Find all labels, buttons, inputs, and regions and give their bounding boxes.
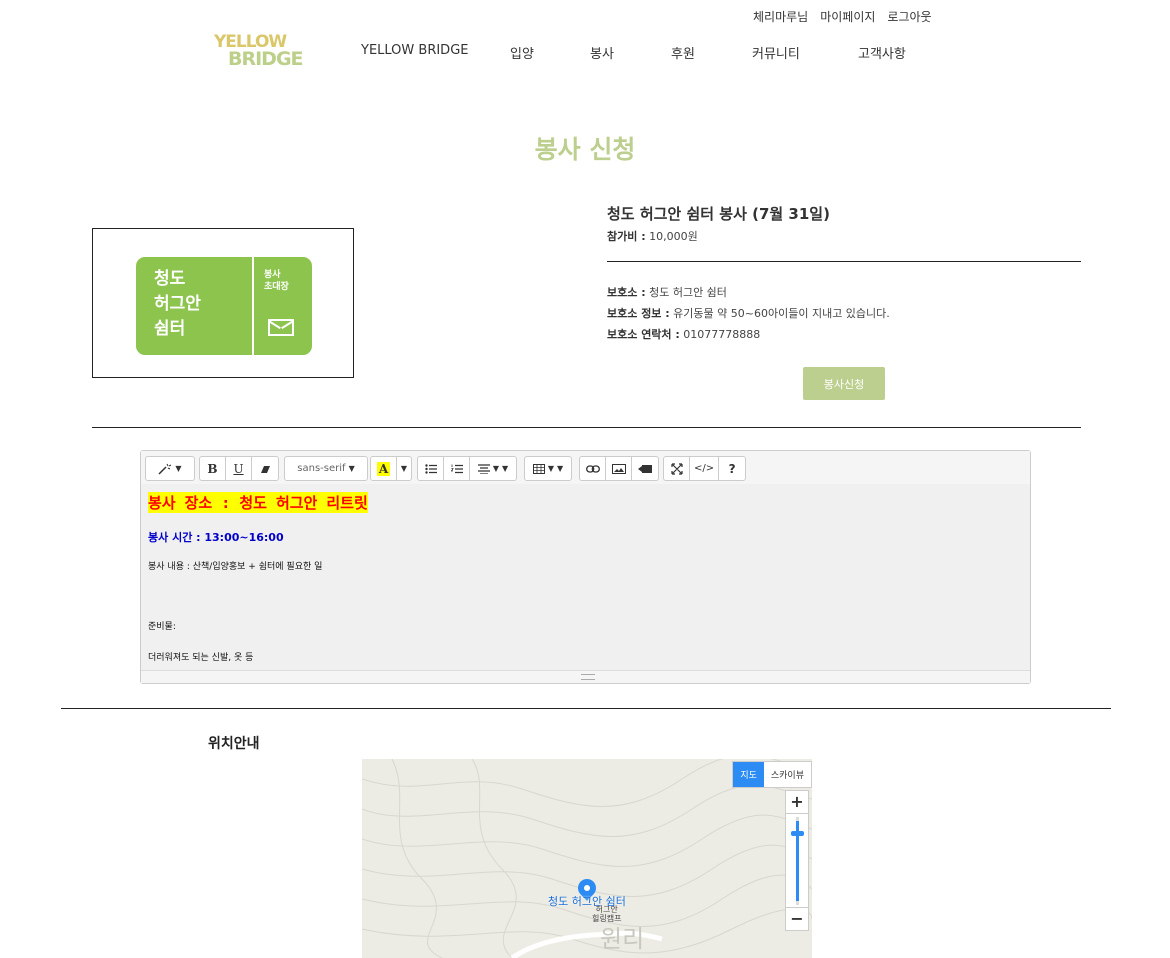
shelter-info-label: 보호소 정보 :	[607, 307, 670, 320]
nav-yellow-bridge[interactable]: YELLOW BRIDGE	[361, 43, 468, 58]
zoom-in-button[interactable]: +	[786, 791, 808, 814]
map-type-toggle: 지도 스카이뷰	[732, 761, 812, 788]
zoom-slider-handle[interactable]	[791, 831, 804, 836]
view-group: </> ?	[663, 456, 747, 481]
rich-text-editor: ▼ B U sans-serif ▼ A ▼ ▼ ▼ ▼ ▼ </> ? 봉사 …	[140, 450, 1031, 684]
editor-content[interactable]: 봉사 장소 : 청도 허그안 리트릿 봉사 시간 : 13:00~16:00 봉…	[141, 484, 1030, 670]
user-name-link[interactable]: 체리마루님	[753, 8, 808, 25]
font-name-dropdown[interactable]: sans-serif ▼	[285, 457, 367, 480]
eraser-icon	[261, 465, 270, 473]
shelter-info-row: 보호소 정보 : 유기동물 약 50~60아이들이 지내고 있습니다.	[607, 305, 890, 321]
ticket-title: 청도 허그안 쉼터	[154, 269, 201, 339]
mypage-link[interactable]: 마이페이지	[820, 8, 875, 25]
location-divider	[61, 708, 1111, 709]
bullet-list-button[interactable]	[418, 457, 444, 480]
code-view-button[interactable]: </>	[690, 457, 720, 480]
fullscreen-button[interactable]	[664, 457, 690, 480]
page-title: 봉사 신청	[534, 135, 636, 164]
font-name-group: sans-serif ▼	[284, 456, 368, 481]
apply-volunteer-button[interactable]: 봉사신청	[803, 367, 885, 400]
link-button[interactable]	[580, 457, 606, 480]
zoom-out-button[interactable]: −	[786, 907, 808, 930]
site-logo[interactable]: YELLOW BRIDGE	[212, 32, 308, 70]
utility-nav: 체리마루님 마이페이지 로그아웃	[753, 8, 944, 25]
style-dropdown[interactable]: ▼	[146, 457, 194, 480]
link-icon	[585, 464, 600, 473]
shelter-info-value: 유기동물 약 50~60아이들이 지내고 있습니다.	[673, 307, 890, 320]
color-dropdown[interactable]: ▼	[397, 457, 411, 480]
area-label: 원리	[600, 925, 645, 953]
bold-button[interactable]: B	[200, 457, 226, 480]
info-divider	[607, 261, 1081, 262]
table-icon	[532, 463, 545, 474]
fee-value: 10,000원	[649, 230, 698, 243]
nav-customer[interactable]: 고객사항	[858, 43, 906, 62]
table-dropdown[interactable]: ▼ ▼	[525, 457, 571, 480]
editor-resize-handle[interactable]	[141, 670, 1030, 683]
video-icon	[638, 464, 652, 473]
section-divider	[92, 427, 1081, 428]
content-line-5: 더러워져도 되는 신발, 옷 등	[148, 653, 254, 663]
content-line-4: 준비물:	[148, 622, 176, 632]
eraser-button[interactable]	[252, 457, 278, 480]
help-button[interactable]: ?	[719, 457, 745, 480]
location-heading: 위치안내	[208, 736, 260, 752]
zoom-control: + −	[785, 790, 809, 931]
content-line-3: 봉사 내용 : 산책/입양홍보 + 쉼터에 필요한 일	[148, 562, 323, 572]
logo-line-2: BRIDGE	[228, 48, 304, 70]
magic-wand-icon	[158, 463, 172, 475]
image-icon	[611, 463, 626, 474]
font-style-group: B U	[199, 456, 279, 481]
shelter-value: 청도 허그안 쉼터	[649, 286, 727, 299]
location-map[interactable]: 지도 스카이뷰 + − 청도 허그안 쉼터 허그안 힐링캠프 원리	[362, 759, 812, 958]
table-group: ▼ ▼	[524, 456, 572, 481]
bullet-list-icon	[424, 463, 437, 474]
map-type-sky[interactable]: 스카이뷰	[764, 762, 811, 787]
logout-link[interactable]: 로그아웃	[887, 8, 931, 25]
list-group: ▼ ▼	[417, 456, 517, 481]
font-name-label: sans-serif	[297, 463, 346, 474]
envelope-icon	[268, 319, 294, 336]
text-color-icon: A	[376, 461, 391, 476]
ticket-image: 청도 허그안 쉼터 봉사 초대장	[136, 257, 312, 355]
color-group: A ▼	[370, 456, 412, 481]
insert-group	[579, 456, 659, 481]
contact-value: 01077778888	[683, 328, 761, 341]
ordered-list-icon	[450, 464, 463, 473]
align-dropdown[interactable]: ▼ ▼	[470, 457, 516, 480]
style-group: ▼	[145, 456, 195, 481]
content-line-1: 봉사 장소 : 청도 허그안 리트릿	[148, 492, 368, 513]
map-type-map[interactable]: 지도	[733, 762, 764, 787]
volunteer-thumbnail: 청도 허그안 쉼터 봉사 초대장	[92, 228, 354, 378]
image-button[interactable]	[606, 457, 632, 480]
fullscreen-icon	[670, 462, 683, 475]
video-button[interactable]	[632, 457, 658, 480]
shelter-label: 보호소 :	[607, 286, 646, 299]
nav-volunteer[interactable]: 봉사	[590, 43, 614, 62]
nav-adoption[interactable]: 입양	[510, 43, 534, 62]
contact-label: 보호소 연락처 :	[607, 328, 680, 341]
nav-community[interactable]: 커뮤니티	[752, 43, 800, 62]
fee-row: 참가비 : 10,000원	[607, 228, 698, 244]
ticket-side-label: 봉사 초대장	[264, 270, 289, 292]
underline-button[interactable]: U	[226, 457, 252, 480]
text-color-button[interactable]: A	[371, 457, 397, 480]
ordered-list-button[interactable]	[444, 457, 470, 480]
editor-toolbar: ▼ B U sans-serif ▼ A ▼ ▼ ▼ ▼ ▼ </> ?	[141, 451, 1030, 485]
fee-label: 참가비 :	[607, 230, 646, 243]
volunteer-title: 청도 허그안 쉼터 봉사 (7월 31일)	[607, 205, 830, 223]
map-terrain	[362, 759, 812, 958]
align-icon	[477, 463, 490, 474]
shelter-row: 보호소 : 청도 허그안 쉼터	[607, 284, 727, 300]
nav-donation[interactable]: 후원	[671, 43, 695, 62]
contact-row: 보호소 연락처 : 01077778888	[607, 326, 760, 342]
content-line-2: 봉사 시간 : 13:00~16:00	[148, 531, 284, 544]
